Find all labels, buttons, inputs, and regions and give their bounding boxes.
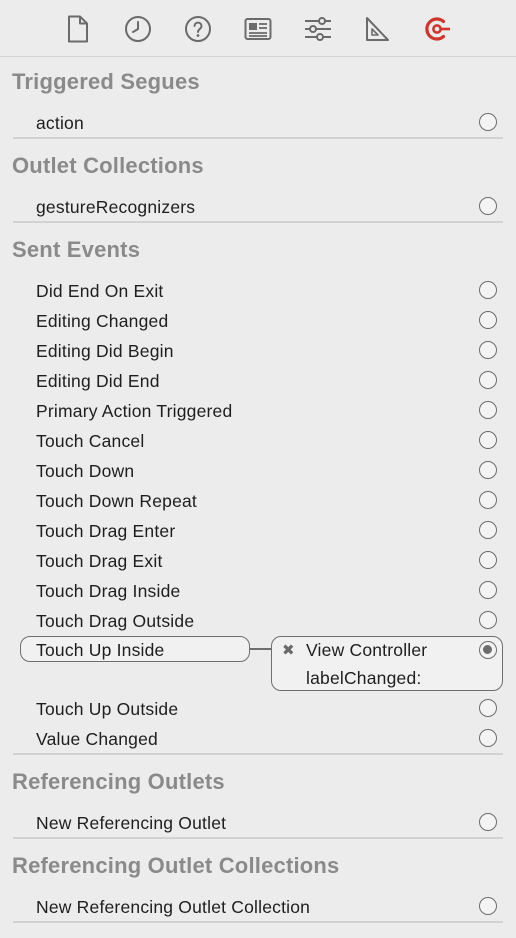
divider: [13, 753, 503, 755]
list-item-new-referencing-outlet-collection: New Referencing Outlet Collection: [0, 892, 516, 922]
attributes-icon[interactable]: [301, 12, 335, 46]
divider: [13, 221, 503, 223]
event-row-touch-drag-exit: Touch Drag Exit: [0, 546, 516, 576]
row-label: New Referencing Outlet: [36, 813, 227, 833]
history-icon[interactable]: [121, 12, 155, 46]
row-label: Touch Down: [36, 461, 135, 481]
section-title-outlet-collections: Outlet Collections: [12, 153, 204, 178]
section-title-referencing-outlets: Referencing Outlets: [12, 769, 225, 794]
event-row-editing-changed: Editing Changed: [0, 306, 516, 336]
inspector-toolbar: [0, 0, 516, 57]
section-title-triggered-segues: Triggered Segues: [12, 69, 200, 94]
event-row-primary-action-triggered: Primary Action Triggered: [0, 396, 516, 426]
help-icon[interactable]: [181, 12, 215, 46]
connection-circle[interactable]: [479, 521, 497, 539]
event-row-touch-drag-outside: Touch Drag Outside: [0, 606, 516, 636]
connections-icon[interactable]: [420, 12, 454, 46]
connection-line: [250, 648, 271, 650]
divider: [13, 837, 503, 839]
size-ruler-icon[interactable]: [360, 12, 394, 46]
event-row-touch-drag-enter: Touch Drag Enter: [0, 516, 516, 546]
section-title-referencing-outlet-collections: Referencing Outlet Collections: [12, 853, 340, 878]
row-label: Primary Action Triggered: [36, 401, 233, 421]
row-label: Editing Changed: [36, 311, 169, 331]
connection-circle[interactable]: [479, 581, 497, 599]
event-row-did-end-on-exit: Did End On Exit: [0, 276, 516, 306]
connection-circle[interactable]: [479, 897, 497, 915]
connection-circle[interactable]: [479, 699, 497, 717]
connection-circle[interactable]: [479, 551, 497, 569]
connection-circle[interactable]: [479, 113, 497, 131]
connection-circle[interactable]: [479, 341, 497, 359]
connection-circle[interactable]: [479, 371, 497, 389]
event-row-touch-cancel: Touch Cancel: [0, 426, 516, 456]
connection-circle[interactable]: [479, 611, 497, 629]
row-label: Did End On Exit: [36, 281, 164, 301]
row-label: Touch Drag Exit: [36, 551, 163, 571]
list-item-gesture-recognizers: gestureRecognizers: [0, 192, 516, 222]
list-item-action: action: [0, 108, 516, 138]
connection-circle[interactable]: [479, 401, 497, 419]
row-label: New Referencing Outlet Collection: [36, 897, 311, 917]
row-label: Touch Down Repeat: [36, 491, 197, 511]
event-row-editing-did-end: Editing Did End: [0, 366, 516, 396]
divider: [13, 137, 503, 139]
row-label: Touch Drag Inside: [36, 581, 181, 601]
divider: [13, 921, 503, 923]
event-row-touch-up-outside: Touch Up Outside: [0, 694, 516, 724]
connection-circle[interactable]: [479, 281, 497, 299]
event-row-touch-down: Touch Down: [0, 456, 516, 486]
connection-circle[interactable]: [479, 461, 497, 479]
section-title-sent-events: Sent Events: [12, 237, 141, 262]
list-item-new-referencing-outlet: New Referencing Outlet: [0, 808, 516, 838]
connection-circle[interactable]: [479, 311, 497, 329]
connection-circle[interactable]: [479, 813, 497, 831]
row-label: Editing Did Begin: [36, 341, 174, 361]
connected-circle[interactable]: [479, 641, 497, 659]
row-label: Touch Up Outside: [36, 699, 179, 719]
event-row-touch-drag-inside: Touch Drag Inside: [0, 576, 516, 606]
row-label: Touch Up Inside: [36, 640, 165, 660]
connection-circle[interactable]: [479, 431, 497, 449]
event-row-value-changed: Value Changed: [0, 724, 516, 754]
event-row-editing-did-begin: Editing Did Begin: [0, 336, 516, 366]
file-icon[interactable]: [61, 12, 95, 46]
row-label: Value Changed: [36, 729, 158, 749]
event-row-touch-up-inside[interactable]: Touch Up Inside: [20, 636, 250, 662]
identity-icon[interactable]: [241, 12, 275, 46]
row-label: Touch Drag Enter: [36, 521, 176, 541]
connection-action: labelChanged:: [306, 668, 422, 688]
connection-circle[interactable]: [479, 491, 497, 509]
row-label: gestureRecognizers: [36, 197, 196, 217]
row-label: Touch Drag Outside: [36, 611, 195, 631]
connection-target: View Controller: [306, 640, 428, 660]
connection-circle[interactable]: [479, 197, 497, 215]
connection-circle[interactable]: [479, 729, 497, 747]
row-label: Editing Did End: [36, 371, 160, 391]
event-row-touch-down-repeat: Touch Down Repeat: [0, 486, 516, 516]
connection-target-box[interactable]: ✖ View Controller labelChanged:: [271, 636, 503, 691]
row-label: action: [36, 113, 84, 133]
row-label: Touch Cancel: [36, 431, 145, 451]
remove-connection-icon[interactable]: ✖: [282, 641, 295, 659]
